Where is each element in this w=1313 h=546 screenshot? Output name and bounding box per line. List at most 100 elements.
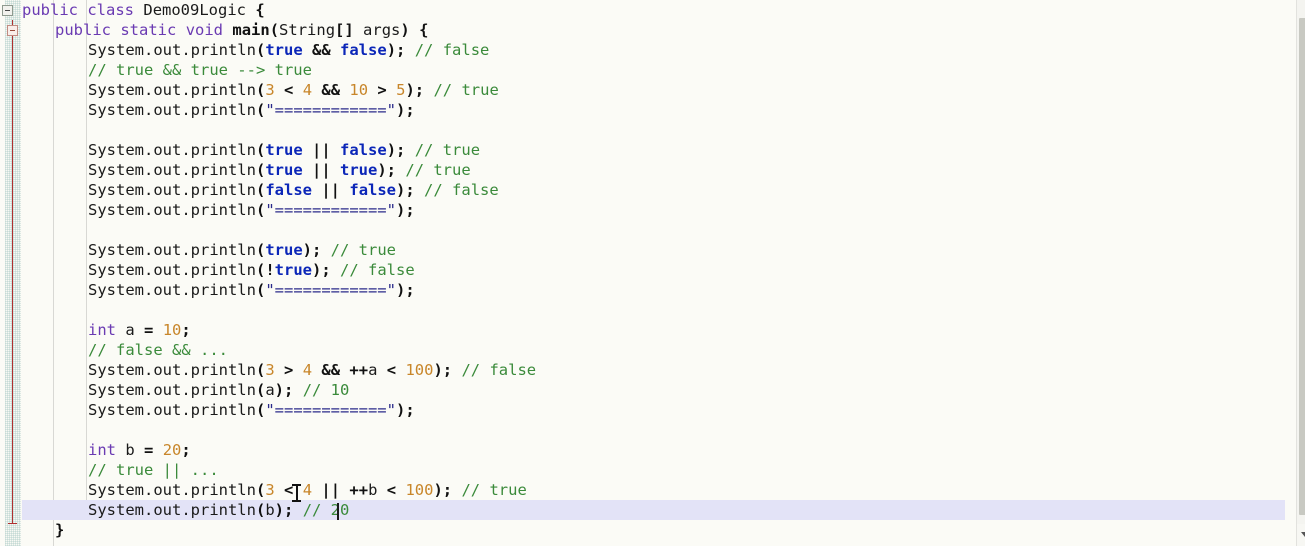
token-ident: System.out.println xyxy=(88,141,256,159)
token-op: ++ xyxy=(349,481,369,499)
token-str: "============" xyxy=(265,281,396,299)
code-line[interactable]: // true && true --> true xyxy=(0,60,1285,80)
code-line[interactable] xyxy=(0,300,1285,320)
code-line[interactable]: System.out.println(true || false); // tr… xyxy=(0,140,1285,160)
token-op: ! xyxy=(265,261,275,279)
code-line[interactable]: System.out.println(3 < 4 || ++b < 100); … xyxy=(0,480,1285,500)
code-line[interactable]: System.out.println("============"); xyxy=(0,200,1285,220)
token-op: && xyxy=(321,361,341,379)
token-lit: false xyxy=(340,141,387,159)
token-ident: System.out.println xyxy=(88,501,256,519)
token-op: < xyxy=(386,361,397,379)
fold-marker-class-collapse-icon[interactable] xyxy=(2,5,13,16)
code-line[interactable]: int b = 20; xyxy=(0,440,1285,460)
token-op: || xyxy=(312,141,331,159)
token-punct xyxy=(331,141,340,159)
token-kw: public xyxy=(22,1,78,19)
code-editor[interactable]: public class Demo09Logic {public static … xyxy=(0,0,1313,546)
code-line[interactable]: System.out.println(false || false); // f… xyxy=(0,180,1285,200)
token-ident: System.out.println xyxy=(88,481,256,499)
fold-marker-method-collapse-icon[interactable] xyxy=(7,25,18,36)
token-lit: true xyxy=(265,241,303,259)
token-op: ); xyxy=(396,181,415,199)
token-punct xyxy=(275,361,284,379)
token-punct xyxy=(293,501,302,519)
token-cmt: // false && ... xyxy=(88,341,228,359)
editor-gutter[interactable] xyxy=(0,0,22,546)
token-op: ); xyxy=(312,261,331,279)
token-ident: System.out.println xyxy=(88,101,256,119)
token-punct xyxy=(340,481,349,499)
token-punct xyxy=(293,81,302,99)
token-op: ); xyxy=(433,361,453,379)
token-punct xyxy=(293,381,302,399)
token-ident: System.out.println xyxy=(88,41,256,59)
token-punct xyxy=(312,181,321,199)
token-op: ); xyxy=(395,281,415,299)
code-line[interactable]: System.out.println(true || true); // tru… xyxy=(0,160,1285,180)
token-num: 4 xyxy=(302,481,313,499)
token-str: "============" xyxy=(265,101,396,119)
token-cmt: // false xyxy=(414,41,490,59)
token-op: ) xyxy=(400,21,410,39)
code-line[interactable] xyxy=(0,540,1285,546)
token-lit: true xyxy=(265,161,303,179)
code-line[interactable]: System.out.println("============"); xyxy=(0,400,1285,420)
code-line[interactable] xyxy=(0,120,1285,140)
token-op: ( xyxy=(255,201,266,219)
token-op: ( xyxy=(255,481,266,499)
code-line[interactable]: System.out.println(3 > 4 && ++a < 100); … xyxy=(0,360,1285,380)
token-ident: a xyxy=(265,381,275,399)
code-line[interactable]: System.out.println(true); // true xyxy=(0,240,1285,260)
code-content[interactable]: public class Demo09Logic {public static … xyxy=(0,0,1285,546)
token-num: 20 xyxy=(162,441,182,459)
token-op: || xyxy=(321,181,341,199)
token-punct xyxy=(111,21,120,39)
code-line[interactable]: System.out.println("============"); xyxy=(0,100,1285,120)
code-line[interactable]: public static void main(String[] args) { xyxy=(0,20,1285,40)
token-punct xyxy=(387,81,396,99)
token-cmt: // false xyxy=(424,181,499,199)
token-punct xyxy=(340,361,349,379)
token-punct xyxy=(246,1,255,19)
token-cmt: // true xyxy=(433,81,499,99)
fold-region-line xyxy=(12,20,13,524)
token-ident: b xyxy=(125,441,135,459)
code-line[interactable]: int a = 10; xyxy=(0,320,1285,340)
token-punct xyxy=(176,21,185,39)
token-punct xyxy=(405,141,414,159)
token-ident: System.out.println xyxy=(88,241,256,259)
token-op: ( xyxy=(255,161,266,179)
code-line[interactable]: System.out.println(b); // 20 xyxy=(0,500,1285,520)
code-line[interactable]: // true || ... xyxy=(0,460,1285,480)
token-op: ( xyxy=(255,361,266,379)
token-kw: class xyxy=(87,1,135,19)
code-line[interactable]: System.out.println(true && false); // fa… xyxy=(0,40,1285,60)
token-punct xyxy=(303,141,312,159)
code-line[interactable]: } xyxy=(0,520,1285,540)
token-punct xyxy=(312,81,321,99)
token-lit: false xyxy=(349,181,397,199)
token-op: } xyxy=(55,521,65,539)
code-line[interactable] xyxy=(0,220,1285,240)
code-line[interactable]: // false && ... xyxy=(0,340,1285,360)
code-line[interactable]: System.out.println(3 < 4 && 10 > 5); // … xyxy=(0,80,1285,100)
token-op: > xyxy=(377,81,387,99)
code-line[interactable]: System.out.println(!true); // false xyxy=(0,260,1285,280)
token-kw: static xyxy=(120,21,177,39)
fold-band xyxy=(5,0,21,546)
code-line[interactable]: System.out.println("============"); xyxy=(0,280,1285,300)
token-punct xyxy=(153,321,162,339)
token-punct xyxy=(303,41,312,59)
token-cmt: // false xyxy=(461,361,537,379)
token-ident: System.out.println xyxy=(88,181,256,199)
token-op: ); xyxy=(395,201,415,219)
token-bold: main xyxy=(232,21,270,39)
code-line[interactable]: System.out.println(a); // 10 xyxy=(0,380,1285,400)
token-punct xyxy=(116,441,125,459)
code-line[interactable] xyxy=(0,420,1285,440)
token-op: < xyxy=(284,81,294,99)
code-line[interactable]: public class Demo09Logic { xyxy=(0,0,1285,20)
token-punct xyxy=(415,181,424,199)
token-lit: false xyxy=(265,181,312,199)
